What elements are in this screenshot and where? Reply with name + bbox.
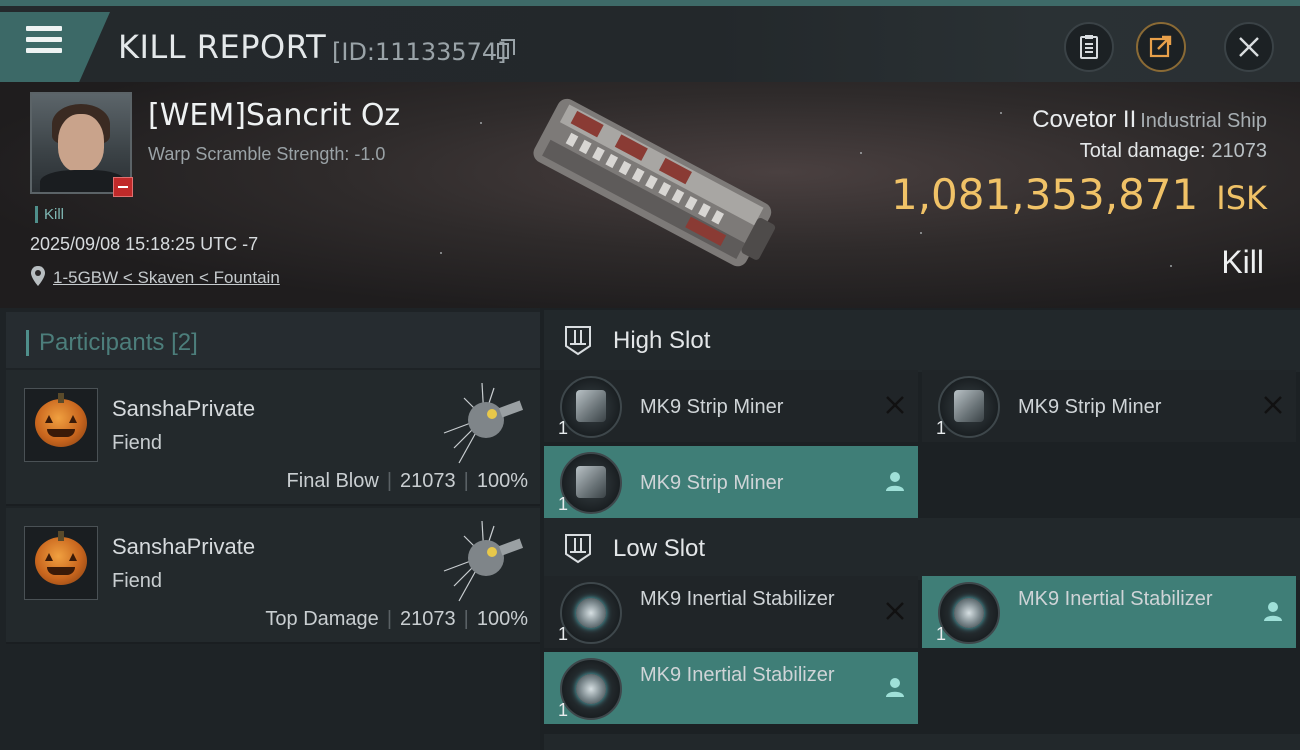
module-slot[interactable]: 1 MK9 Strip Miner bbox=[544, 446, 918, 518]
ship-name: Covetor II bbox=[1032, 106, 1137, 133]
participant-name: SanshaPrivate bbox=[112, 396, 256, 421]
participant-ship: Fiend bbox=[112, 570, 163, 592]
hamburger-menu-icon[interactable] bbox=[26, 26, 62, 58]
kill-tag: Kill bbox=[35, 206, 64, 223]
inertial-stabilizer-icon bbox=[560, 582, 622, 644]
close-button[interactable] bbox=[1224, 22, 1274, 72]
pumpkin-icon bbox=[35, 531, 87, 585]
page-title: KILL REPORT bbox=[118, 28, 327, 66]
module-name: MK9 Strip Miner bbox=[1018, 396, 1162, 418]
participant-avatar[interactable] bbox=[24, 526, 98, 600]
participant-stats: Top Damage | 21073 | 100% bbox=[265, 608, 528, 630]
participants-panel: Participants [2] SanshaPrivate Fiend Fin… bbox=[0, 308, 540, 750]
participant-percent: 100% bbox=[476, 470, 528, 492]
participant-damage: 21073 bbox=[400, 470, 456, 492]
module-name: MK9 Inertial Stabilizer bbox=[640, 588, 835, 610]
participant-stats: Final Blow | 21073 | 100% bbox=[286, 470, 528, 492]
participant-role: Final Blow bbox=[286, 470, 379, 492]
participant-ship-icon bbox=[443, 520, 524, 602]
ship-name-line: Covetor II Industrial Ship bbox=[1032, 106, 1267, 134]
clipboard-icon bbox=[1080, 35, 1098, 59]
pilot-name: [WEM]Sancrit Oz bbox=[148, 98, 401, 133]
close-icon bbox=[1239, 37, 1259, 57]
pumpkin-icon bbox=[35, 393, 87, 447]
module-quantity: 1 bbox=[558, 418, 569, 438]
victim-panel: [WEM]Sancrit Oz Warp Scramble Strength: … bbox=[0, 82, 1300, 308]
header-bar: KILL REPORT [ID:11133574] bbox=[0, 6, 1300, 82]
high-slot-title: High Slot bbox=[613, 327, 711, 354]
warp-scramble-strength: Warp Scramble Strength: -1.0 bbox=[148, 144, 386, 164]
participants-title: Participants [2] bbox=[26, 330, 198, 356]
module-quantity: 1 bbox=[558, 624, 569, 644]
participant-row[interactable]: SanshaPrivate Fiend Top Damage | 21073 | 100… bbox=[6, 508, 540, 644]
participant-name: SanshaPrivate bbox=[112, 534, 256, 559]
participant-ship-icon bbox=[443, 382, 524, 464]
participant-damage: 21073 bbox=[400, 608, 456, 630]
module-name: MK9 Strip Miner bbox=[640, 396, 784, 418]
participants-count: [2] bbox=[171, 329, 198, 356]
module-name: MK9 Inertial Stabilizer bbox=[640, 664, 835, 686]
location-pin-icon bbox=[31, 266, 45, 286]
total-damage-value: 21073 bbox=[1211, 140, 1267, 162]
participant-avatar[interactable] bbox=[24, 388, 98, 462]
module-quantity: 1 bbox=[558, 700, 569, 720]
participants-header: Participants [2] bbox=[6, 312, 540, 368]
kill-datetime: 2025/09/08 15:18:25 UTC -7 bbox=[30, 234, 259, 254]
destroyed-x-icon bbox=[1264, 396, 1282, 414]
kill-location-link[interactable]: 1-5GBW < Skaven < Fountain bbox=[53, 268, 280, 288]
destroyed-x-icon bbox=[886, 396, 904, 414]
participant-percent: 100% bbox=[476, 608, 528, 630]
isk-unit: ISK bbox=[1216, 179, 1267, 217]
share-icon bbox=[1149, 35, 1172, 58]
fitting-panel: High Slot 1 MK9 Strip Miner 1 MK9 Strip … bbox=[540, 308, 1300, 750]
module-slot[interactable]: 1 MK9 Inertial Stabilizer bbox=[544, 576, 918, 648]
participant-ship: Fiend bbox=[112, 432, 163, 454]
isk-value-line: 1,081,353,871 ISK bbox=[891, 170, 1267, 219]
dropped-person-icon bbox=[886, 472, 904, 491]
strip-miner-icon bbox=[560, 376, 622, 438]
destroyed-x-icon bbox=[886, 602, 904, 620]
isk-value: 1,081,353,871 bbox=[890, 170, 1199, 219]
total-damage-line: Total damage: 21073 bbox=[1080, 140, 1267, 163]
strip-miner-icon bbox=[938, 376, 1000, 438]
module-name: MK9 Inertial Stabilizer bbox=[1018, 588, 1213, 610]
high-slot-header: High Slot bbox=[544, 310, 1300, 372]
module-name: MK9 Strip Miner bbox=[640, 472, 784, 494]
low-slot-title: Low Slot bbox=[613, 535, 706, 562]
share-button[interactable] bbox=[1136, 22, 1186, 72]
module-quantity: 1 bbox=[558, 494, 569, 514]
ship-class: Industrial Ship bbox=[1140, 110, 1267, 132]
participant-row[interactable]: SanshaPrivate Fiend Final Blow | 21073 | 100… bbox=[6, 370, 540, 506]
report-id: [ID:11133574] bbox=[332, 38, 507, 66]
hostile-standing-icon bbox=[113, 177, 133, 197]
strip-miner-icon bbox=[560, 452, 622, 514]
high-slot-icon bbox=[565, 326, 591, 356]
module-slot[interactable]: 1 MK9 Inertial Stabilizer bbox=[922, 576, 1296, 648]
inertial-stabilizer-icon bbox=[560, 658, 622, 720]
low-slot-icon bbox=[565, 534, 591, 564]
low-slot-header: Low Slot bbox=[544, 518, 1300, 580]
clipboard-button[interactable] bbox=[1064, 22, 1114, 72]
dropped-person-icon bbox=[1264, 602, 1282, 621]
dropped-person-icon bbox=[886, 678, 904, 697]
module-quantity: 1 bbox=[936, 418, 947, 438]
total-damage-label: Total damage: bbox=[1079, 140, 1206, 162]
copy-id-icon[interactable] bbox=[497, 39, 515, 59]
module-quantity: 1 bbox=[936, 624, 947, 644]
module-slot[interactable]: 1 MK9 Inertial Stabilizer bbox=[544, 652, 918, 724]
participant-role: Top Damage bbox=[265, 608, 379, 630]
module-slot[interactable]: 1 MK9 Strip Miner bbox=[544, 370, 918, 442]
next-slot-header bbox=[544, 734, 1300, 750]
ship-image bbox=[533, 98, 776, 267]
module-slot[interactable]: 1 MK9 Strip Miner bbox=[922, 370, 1296, 442]
inertial-stabilizer-icon bbox=[938, 582, 1000, 644]
report-result: Kill bbox=[1221, 244, 1264, 280]
